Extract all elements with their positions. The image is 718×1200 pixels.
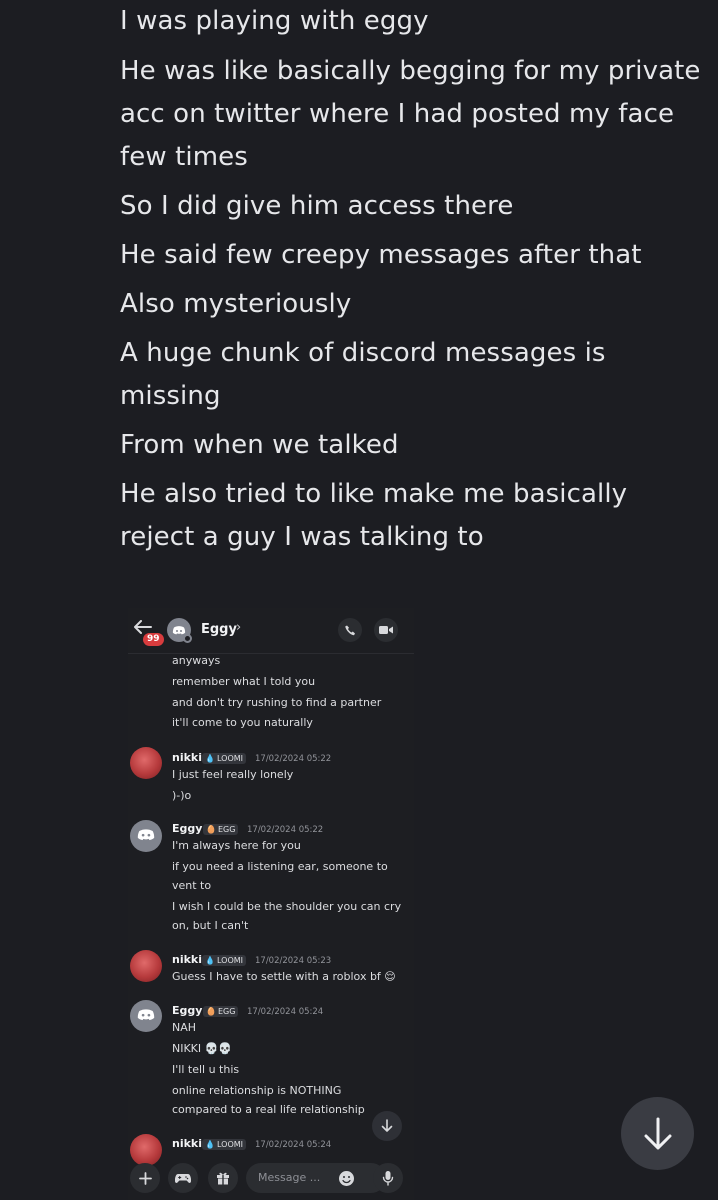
username[interactable]: nikki (172, 751, 202, 764)
message-line: He also tried to like make me basically (120, 479, 628, 509)
username[interactable]: Eggy (172, 1004, 202, 1017)
avatar[interactable] (130, 950, 162, 982)
message-line: if you need a listening ear, someone to (172, 860, 388, 873)
timestamp: 17/02/2024 05:24 (247, 1007, 324, 1017)
drop-icon: 💧 (205, 754, 215, 763)
drop-icon: 💧 (205, 956, 215, 965)
unread-badge: 99 (143, 633, 164, 646)
message-line: compared to a real life relationship (172, 1103, 365, 1116)
username[interactable]: nikki (172, 953, 202, 966)
status-indicator (183, 634, 192, 643)
video-icon[interactable] (374, 618, 398, 642)
discord-logo-icon (137, 829, 155, 841)
egg-icon: 🥚 (206, 1007, 216, 1016)
egg-icon: 🥚 (206, 825, 216, 834)
message-line: )-)o (172, 789, 192, 802)
message-line: From when we talked (120, 430, 399, 460)
message-line: reject a guy I was talking to (120, 522, 484, 552)
message-line: I'm always here for you (172, 839, 301, 852)
microphone-icon[interactable] (373, 1163, 403, 1193)
message-line: anyways (172, 654, 221, 667)
scroll-to-bottom-button[interactable] (621, 1097, 694, 1170)
timestamp: 17/02/2024 05:22 (255, 754, 332, 764)
message-line: missing (120, 381, 221, 411)
gift-icon[interactable] (208, 1163, 238, 1193)
timestamp: 17/02/2024 05:23 (255, 956, 332, 966)
message-line: He was like basically begging for my pri… (120, 56, 701, 86)
username[interactable]: Eggy (172, 822, 202, 835)
arrow-down-icon (644, 1117, 671, 1149)
discord-logo-icon (137, 1009, 155, 1021)
timestamp: 17/02/2024 05:24 (255, 1140, 332, 1150)
guild-tag: 🥚 EGG (203, 824, 239, 835)
message-line: vent to (172, 879, 212, 892)
chevron-right-icon[interactable]: › (236, 620, 241, 635)
plus-icon[interactable] (130, 1163, 160, 1193)
message-line: it'll come to you naturally (172, 716, 313, 729)
avatar[interactable] (130, 1134, 162, 1166)
guild-tag: 💧 LOOMI (202, 753, 246, 764)
message-line: A huge chunk of discord messages is (120, 338, 606, 368)
message-line: Guess I have to settle with a roblox bf … (172, 970, 396, 983)
guild-tag: 💧 LOOMI (202, 955, 246, 966)
message-line: remember what I told you (172, 675, 316, 688)
message-line: online relationship is NOTHING (172, 1084, 342, 1097)
jump-to-present-button[interactable] (372, 1111, 402, 1141)
avatar[interactable] (130, 747, 162, 779)
message-line: So I did give him access there (120, 191, 514, 221)
message-line: NAH (172, 1021, 197, 1034)
message-line: I just feel really lonely (172, 768, 294, 781)
gamepad-icon[interactable] (168, 1163, 198, 1193)
message-composer: Message ... (128, 1163, 414, 1200)
page: I was playing with eggy He was like basi… (0, 0, 718, 1200)
guild-tag: 💧 LOOMI (202, 1139, 246, 1150)
call-icon[interactable] (338, 618, 362, 642)
dm-header: 99 Eggy › (128, 608, 414, 654)
drop-icon: 💧 (205, 1140, 215, 1149)
username[interactable]: nikki (172, 1137, 202, 1150)
avatar[interactable] (130, 1000, 162, 1032)
message-line: few times (120, 142, 248, 172)
arrow-down-icon (381, 1119, 393, 1132)
dm-name[interactable]: Eggy (201, 622, 237, 637)
message-line: and don't try rushing to find a partner (172, 696, 382, 709)
message-line: I was playing with eggy (120, 6, 429, 36)
emoji-icon[interactable] (338, 1170, 355, 1191)
message-line: NIKKI 💀💀 (172, 1042, 233, 1055)
message-line: He said few creepy messages after that (120, 240, 642, 270)
message-line: I'll tell u this (172, 1063, 240, 1076)
attached-screenshot[interactable]: 99 Eggy › anyways remember what I told y… (128, 608, 414, 1200)
timestamp: 17/02/2024 05:22 (247, 825, 324, 835)
avatar[interactable] (130, 820, 162, 852)
message-line: acc on twitter where I had posted my fac… (120, 99, 675, 129)
guild-tag: 🥚 EGG (203, 1006, 239, 1017)
message-input[interactable]: Message ... (246, 1163, 386, 1193)
message-line: on, but I can't (172, 919, 249, 932)
message-line: Also mysteriously (120, 289, 352, 319)
message-line: I wish I could be the shoulder you can c… (172, 900, 402, 913)
